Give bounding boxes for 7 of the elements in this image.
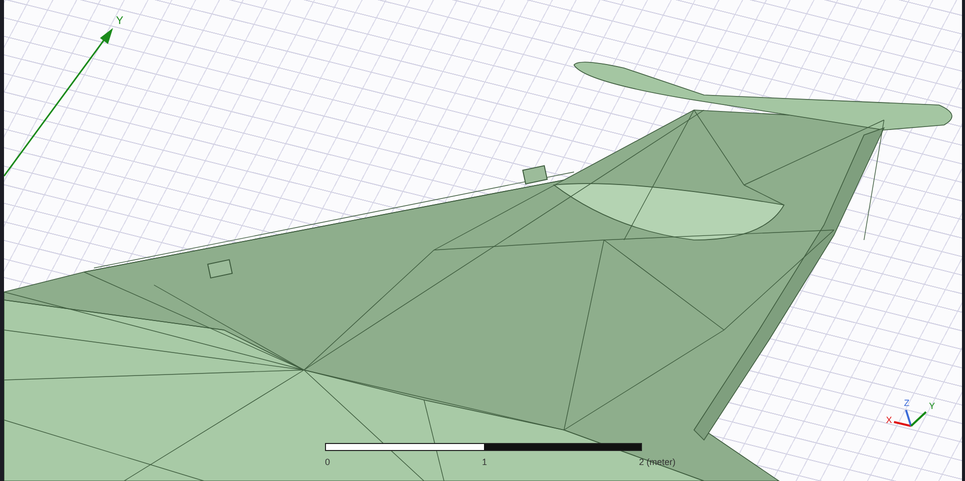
y-axis-label: Y	[929, 401, 936, 411]
z-axis-label: Z	[904, 398, 910, 408]
scale-label: 0	[325, 457, 332, 467]
axis-triad-icon	[894, 410, 927, 427]
x-axis-label: X	[886, 415, 892, 425]
scale-label: 1	[482, 457, 488, 467]
axis-label: Y	[116, 15, 124, 27]
